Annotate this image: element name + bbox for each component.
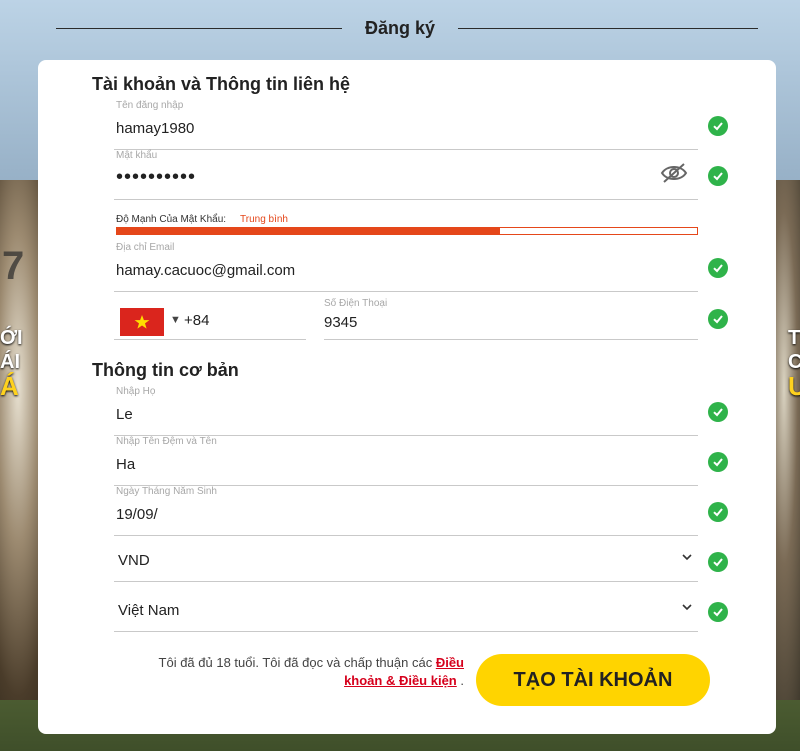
phone-field[interactable]: Số Điện Thoại 9345 [324,292,698,340]
first-name-label: Nhập Tên Đệm và Tên [116,436,217,447]
username-label: Tên đăng nhập [116,100,184,111]
terms-suffix: . [456,673,464,688]
currency-select[interactable]: VND [114,538,698,582]
last-name-field[interactable]: Nhập Họ Le [114,386,698,436]
promo-right-line3: U [788,371,800,401]
phone-valid-check-icon [708,309,728,329]
country-code-select[interactable]: ▼ +84 [114,292,306,340]
email-value: hamay.cacuoc@gmail.com [116,262,296,279]
password-strength-bar [116,227,698,235]
phone-label: Số Điện Thoại [324,298,388,309]
email-valid-check-icon [708,258,728,278]
password-strength-fill [117,228,500,234]
password-label: Mật khẩu [116,150,158,161]
chevron-down-icon [682,604,692,611]
password-valid-check-icon [708,166,728,186]
country-code-value: +84 [184,312,210,329]
promo-left-line1: ỚI [0,327,23,349]
dob-label: Ngày Tháng Năm Sinh [116,486,217,497]
email-label: Địa chỉ Email [116,242,175,253]
dob-field[interactable]: Ngày Tháng Năm Sinh 19/09/ [114,486,698,536]
header-divider-left [56,28,342,29]
section-title-account: Tài khoản và Thông tin liên hệ [92,74,351,94]
terms-statement: Tôi đã đủ 18 tuổi. Tôi đã đọc và chấp th… [158,655,433,670]
promo-right-line1: T [788,327,800,349]
dob-valid-check-icon [708,502,728,522]
email-field[interactable]: Địa chỉ Email hamay.cacuoc@gmail.com [114,242,698,292]
currency-value: VND [118,552,150,569]
header-divider-right [458,28,758,29]
background-promo-text-left: ỚI ÁI Á [0,326,23,401]
dob-value: 19/09/ [116,506,158,523]
currency-valid-check-icon [708,552,728,572]
chevron-down-icon [682,554,692,561]
vietnam-flag-icon [120,308,164,336]
section-title-basic: Thông tin cơ bản [92,360,239,380]
terms-link-part2[interactable]: khoản & Điều kiện [344,673,457,688]
last-name-value: Le [116,406,133,423]
password-strength: Độ Mạnh Của Mật Khẩu: Trung bình [114,210,698,235]
username-value: hamay1980 [116,120,195,137]
background-promo-text-right: T C U [788,326,800,401]
background-jersey-number: 7 [2,244,25,288]
page-title: Đăng ký [364,18,436,38]
country-value: Việt Nam [118,602,180,619]
create-account-button[interactable]: TẠO TÀI KHOẢN [476,654,710,706]
first-name-valid-check-icon [708,452,728,472]
password-value: •••••••••• [116,166,197,188]
page-header: Đăng ký [0,0,800,60]
last-name-valid-check-icon [708,402,728,422]
username-valid-check-icon [708,116,728,136]
promo-left-line3: Á [0,371,19,401]
password-strength-level: Trung bình [240,214,288,225]
first-name-value: Ha [116,456,136,473]
country-select[interactable]: Việt Nam [114,588,698,632]
country-valid-check-icon [708,602,728,622]
registration-form: Tài khoản và Thông tin liên hệ Tên đăng … [38,60,776,734]
last-name-label: Nhập Họ [116,386,156,397]
password-strength-label: Độ Mạnh Của Mật Khẩu: [116,214,227,225]
password-field[interactable]: Mật khẩu •••••••••• [114,150,698,200]
username-field[interactable]: Tên đăng nhập hamay1980 [114,100,698,150]
terms-link-part1[interactable]: Điều [436,655,464,670]
phone-value: 9345 [324,314,358,331]
triangle-down-icon: ▼ [170,314,181,326]
terms-text: Tôi đã đủ 18 tuổi. Tôi đã đọc và chấp th… [114,654,464,690]
eye-slash-icon[interactable] [660,162,688,184]
first-name-field[interactable]: Nhập Tên Đệm và Tên Ha [114,436,698,486]
